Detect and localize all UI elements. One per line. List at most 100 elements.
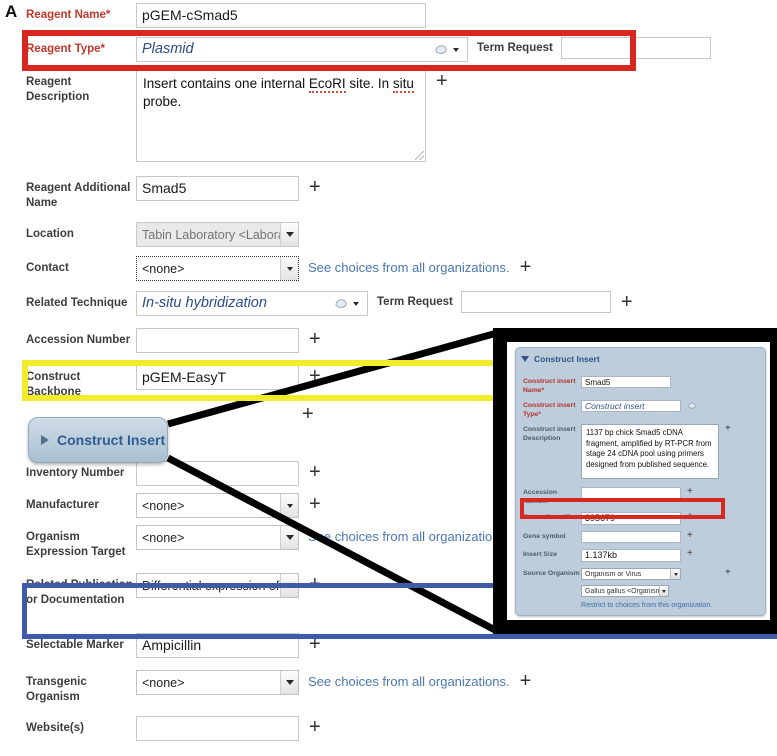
label-location: Location (26, 228, 74, 240)
websites-input[interactable] (136, 716, 299, 741)
inset-gallus-gallus-arrow[interactable] (659, 586, 668, 596)
inset-insert-size-input[interactable]: 1.137kb (581, 549, 681, 562)
inset-label-source-organism: Source Organism (523, 570, 580, 577)
triangle-right-icon (41, 435, 49, 445)
panel-label: A (5, 2, 18, 21)
add-selectable-marker-button[interactable]: + (309, 634, 321, 654)
inset-inner-background: Construct Insert Construct insert Name* … (507, 342, 770, 620)
add-accession-number-button[interactable]: + (309, 329, 321, 349)
reagent-type-input[interactable]: Plasmid (136, 37, 426, 62)
reagent-name-input[interactable]: pGEM-cSmad5 (136, 3, 426, 28)
transgenic-organism-arrow[interactable] (280, 671, 298, 694)
inset-gallus-gallus-value: Gallus gallus <Organism or (585, 587, 660, 595)
inset-label-insert-description: Construct insert Description (523, 426, 576, 442)
location-select-value: Tabin Laboratory <Laborato (142, 227, 280, 242)
form-row-reagent-description: Reagent Description Insert contains one … (26, 70, 766, 162)
reagent-type-ontology-picker[interactable] (426, 37, 468, 62)
add-transgenic-organism-button[interactable]: + (520, 671, 532, 691)
inset-row-insert-size: Insert Size 1.137kb + (516, 549, 765, 562)
related-publication-arrow[interactable] (280, 574, 298, 597)
label-organism-expression-target: Organism Expression Target (26, 531, 126, 558)
term-request-input-related-technique[interactable] (460, 291, 611, 313)
location-dropdown-arrow[interactable] (280, 223, 298, 246)
manufacturer-select[interactable]: <none> (136, 493, 299, 518)
inset-insert-type-input[interactable]: Construct insert (581, 400, 681, 412)
form-row-contact: Contact <none> See choices from all orga… (26, 256, 766, 281)
ontology-lookup-icon (435, 44, 447, 54)
inset-source-organism-select[interactable]: Organism or Virus (581, 568, 681, 580)
related-publication-select[interactable]: Differential expression of c (136, 573, 299, 598)
related-technique-ontology-picker[interactable] (326, 291, 368, 316)
term-request-input-reagent-type[interactable] (560, 37, 711, 59)
ontology-lookup-icon[interactable] (687, 402, 698, 410)
label-reagent-name: Reagent Name* (26, 9, 111, 21)
inset-source-organism-arrow[interactable] (670, 569, 680, 579)
label-reagent-description: Reagent Description (26, 76, 90, 103)
inset-source-organism-value: Organism or Virus (585, 570, 642, 578)
inset-row-source-organism: Source Organism Organism or Virus + (516, 568, 765, 580)
inset-restrict-choices-link[interactable]: Restrict to choices from this organizati… (581, 600, 712, 609)
add-inventory-number-button[interactable]: + (309, 462, 321, 482)
label-inventory-number: Inventory Number (26, 467, 125, 479)
triangle-down-icon (521, 356, 529, 362)
add-reagent-description-button[interactable]: + (436, 71, 448, 91)
inventory-number-input[interactable] (136, 461, 299, 486)
term-request-label-reagent-type: Term Request (477, 42, 553, 54)
add-contact-button[interactable]: + (520, 257, 532, 277)
construct-insert-inset-panel: Construct Insert Construct insert Name* … (493, 328, 777, 634)
inset-row-gene-symbol: Gene symbol + (516, 531, 765, 543)
organism-expression-target-select[interactable]: <none> (136, 525, 299, 550)
label-manufacturer: Manufacturer (26, 499, 99, 511)
add-construct-backbone-button[interactable]: + (309, 366, 321, 386)
form-row-selectable-marker: Selectable Marker Ampicillin + (26, 633, 766, 658)
chevron-down-icon (353, 301, 359, 306)
form-row-websites: Website(s) + (26, 716, 766, 741)
label-reagent-type: Reagent Type* (26, 43, 106, 55)
inset-add-accession-number-button[interactable]: + (687, 487, 693, 497)
label-construct-backbone: Construct Backbone (26, 371, 81, 398)
add-manufacturer-button[interactable]: + (309, 494, 321, 514)
reagent-additional-name-input[interactable]: Smad5 (136, 176, 299, 201)
add-related-technique-button[interactable]: + (621, 292, 633, 312)
inset-add-insert-size-button[interactable]: + (687, 549, 693, 559)
inset-gene-symbol-input[interactable] (581, 531, 681, 543)
inset-label-gene-symbol: Gene symbol (523, 533, 566, 540)
form-row-related-technique: Related Technique In-situ hybridization … (26, 291, 766, 316)
manufacturer-dropdown-arrow[interactable] (280, 494, 298, 517)
accession-number-input[interactable] (136, 328, 299, 353)
resize-handle-icon[interactable] (415, 151, 424, 160)
inset-gallus-gallus-select[interactable]: Gallus gallus <Organism or (581, 585, 669, 597)
inset-insert-description-textarea[interactable]: 1137 bp chick Smad5 cDNA fragment, ampli… (581, 424, 719, 479)
add-websites-button[interactable]: + (309, 717, 321, 737)
related-technique-input[interactable]: In-situ hybridization (136, 291, 326, 316)
construct-insert-toggle-button[interactable]: Construct Insert (28, 417, 168, 463)
add-construct-insert-button[interactable]: + (302, 404, 314, 424)
add-related-publication-button[interactable]: + (309, 574, 321, 594)
construct-backbone-input[interactable]: pGEM-EasyT (136, 365, 299, 390)
label-contact: Contact (26, 262, 69, 274)
contact-select[interactable]: <none> (136, 256, 299, 281)
form-row-transgenic-organism: Transgenic Organism <none> See choices f… (26, 670, 766, 704)
selectable-marker-input[interactable]: Ampicillin (136, 633, 299, 658)
see-choices-link-contact[interactable]: See choices from all organizations. (308, 256, 510, 275)
see-choices-link-organism-expression[interactable]: See choices from all organizations. (308, 525, 510, 544)
form-row-reagent-name: Reagent Name* pGEM-cSmad5 (26, 3, 766, 28)
inset-add-gene-symbol-button[interactable]: + (687, 531, 693, 541)
related-publication-value: Differential expression of c (142, 578, 280, 593)
manufacturer-select-value: <none> (142, 498, 185, 513)
inset-insert-name-input[interactable]: Smad5 (581, 376, 671, 388)
construct-insert-card-header[interactable]: Construct Insert (516, 348, 765, 364)
add-reagent-additional-name-button[interactable]: + (309, 177, 321, 197)
transgenic-organism-select[interactable]: <none> (136, 670, 299, 695)
organism-expression-target-arrow[interactable] (280, 526, 298, 549)
reagent-description-textarea[interactable]: Insert contains one internal EcoRI site.… (136, 70, 426, 162)
see-choices-link-transgenic-organism[interactable]: See choices from all organizations. (308, 670, 510, 689)
form-row-location: Location Tabin Laboratory <Laborato (26, 222, 766, 247)
inset-add-insert-description-button[interactable]: + (725, 424, 731, 434)
location-select[interactable]: Tabin Laboratory <Laborato (136, 222, 299, 247)
contact-select-value: <none> (142, 261, 185, 276)
label-websites: Website(s) (26, 722, 84, 734)
contact-dropdown-arrow[interactable] (280, 257, 298, 280)
construct-insert-card-title: Construct Insert (534, 354, 600, 364)
inset-add-source-organism-button[interactable]: + (725, 568, 731, 578)
